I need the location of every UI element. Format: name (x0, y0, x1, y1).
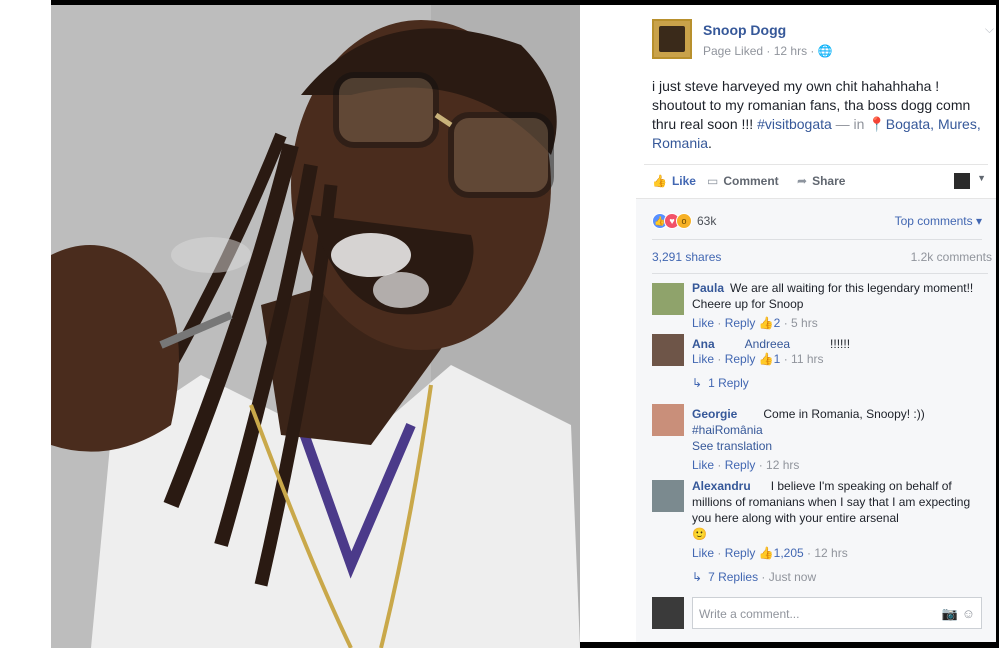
comment-text: Come in Romania, Snoopy! :)) (763, 407, 925, 421)
comment-time[interactable]: 12 hrs (766, 458, 799, 472)
commenter-avatar[interactable] (652, 334, 684, 366)
comment-label: Comment (723, 174, 779, 188)
reply-arrow-icon: ↳ (692, 570, 703, 584)
comment-time[interactable]: 5 hrs (791, 316, 818, 330)
comment-like-count[interactable]: 2 (774, 316, 781, 330)
comment-input[interactable]: Write a comment... 📷 ☺ (692, 597, 982, 629)
post-location-end: . (708, 135, 712, 151)
actor-avatar[interactable] (954, 173, 970, 189)
replies-time: Just now (768, 570, 817, 584)
post-meta: Page Liked · 12 hrs · 🌐 (703, 44, 833, 58)
comment-reply-link[interactable]: Reply (725, 352, 756, 366)
chevron-down-icon[interactable]: ⌵ (985, 22, 994, 37)
replies-label: 1 Reply (708, 376, 749, 390)
shares-row: 3,291 shares 1.2k comments (652, 239, 992, 271)
comment-composer: Write a comment... 📷 ☺ (652, 597, 982, 629)
comment-body: Ana Andreea!!!!!! (692, 336, 982, 352)
comment-actions: Like · Reply 👍1 · 11 hrs (692, 352, 824, 366)
post-header: Snoop Dogg Page Liked · 12 hrs · 🌐 ⌵ (652, 19, 994, 63)
comment-reply-link[interactable]: Reply (725, 316, 756, 330)
feedback-area: 👍 ♥ o 63k Top comments ▾ 3,291 shares 1.… (636, 198, 996, 642)
comment-body: Paula We are all waiting for this legenda… (692, 280, 982, 312)
comment-reply-link[interactable]: Reply (725, 546, 756, 560)
left-margin (0, 0, 51, 648)
comment-time[interactable]: 12 hrs (814, 546, 847, 560)
comment-list: Paula We are all waiting for this legenda… (652, 273, 988, 586)
commenter-avatar[interactable] (652, 283, 684, 315)
camera-icon[interactable]: 📷 (942, 606, 958, 621)
reactions-row: 👍 ♥ o 63k Top comments ▾ (652, 211, 982, 233)
comment-text: We are all waiting for this legendary mo… (692, 281, 974, 311)
like-label: Like (671, 174, 696, 188)
thumbs-up-icon: 👍 (758, 352, 774, 366)
page-avatar[interactable] (652, 19, 692, 59)
comment-icon: ▭ (707, 174, 719, 188)
comment-placeholder: Write a comment... (699, 607, 800, 621)
comment-item: Paula We are all waiting for this legenda… (652, 274, 988, 330)
comment-like-count[interactable]: 1,205 (774, 546, 804, 560)
shares-link[interactable]: 3,291 shares (652, 250, 721, 264)
wow-reaction-icon: o (676, 213, 692, 229)
comment-like-count[interactable]: 1 (774, 352, 781, 366)
commenter-name[interactable]: Georgie (692, 407, 737, 421)
share-label: Share (812, 174, 846, 188)
post-photo[interactable] (51, 5, 580, 648)
comment-like-link[interactable]: Like (692, 316, 714, 330)
page-name[interactable]: Snoop Dogg (703, 22, 786, 38)
comment-like-link[interactable]: Like (692, 458, 714, 472)
reactions-count[interactable]: 63k (697, 214, 716, 228)
comment-actions: Like · Reply 👍2 · 5 hrs (692, 316, 818, 330)
comment-actions: Like · Reply · 12 hrs (692, 458, 800, 472)
see-translation-link[interactable]: See translation (692, 439, 772, 453)
caret-down-icon[interactable]: ▼ (977, 173, 986, 183)
view-replies-link[interactable]: ↳ 7 Replies · Just now (692, 570, 816, 584)
thumbs-up-icon: 👍 (758, 316, 774, 330)
commenter-avatar[interactable] (652, 480, 684, 512)
post-panel: Snoop Dogg Page Liked · 12 hrs · 🌐 ⌵ i j… (636, 5, 996, 642)
comment-body: Alexandru I believe I'm speaking on behal… (692, 478, 982, 542)
location-pin-icon: 📍 (868, 116, 886, 132)
post-in-label: — in (831, 116, 869, 132)
top-comments-dropdown[interactable]: Top comments ▾ (895, 214, 982, 228)
post-hashtag[interactable]: #visitbogata (757, 116, 832, 132)
comment-button[interactable]: ▭ Comment (707, 174, 779, 188)
share-icon: ➦ (797, 174, 808, 188)
comment-item: Ana Andreea!!!!!! Like · Reply 👍1 · 11 hr… (652, 330, 988, 400)
reply-arrow-icon: ↳ (692, 376, 703, 390)
own-avatar (652, 597, 684, 629)
view-replies-link[interactable]: ↳ 1 Reply (692, 376, 749, 390)
globe-icon: 🌐 (817, 44, 833, 58)
comment-reply-link[interactable]: Reply (725, 458, 756, 472)
commenter-name[interactable]: Alexandru (692, 479, 751, 493)
comment-actions: Like · Reply 👍1,205 · 12 hrs (692, 546, 848, 560)
comment-like-link[interactable]: Like (692, 546, 714, 560)
thumbs-up-icon: 👍 (652, 174, 667, 188)
comment-item: Alexandru I believe I'm speaking on behal… (652, 476, 988, 586)
smile-emoji: 🙂 (692, 527, 707, 541)
emoji-icon[interactable]: ☺ (962, 606, 975, 621)
tagged-user[interactable]: Andreea (745, 337, 790, 351)
replies-label: 7 Replies (708, 570, 759, 584)
comment-item: Georgie Come in Romania, Snoopy! :)) #haiR… (652, 400, 988, 476)
composer-icons: 📷 ☺ (942, 606, 975, 622)
commenter-name[interactable]: Paula (692, 281, 724, 295)
post-meta-text: Page Liked · 12 hrs · (703, 44, 818, 58)
commenter-avatar[interactable] (652, 404, 684, 436)
commenter-name[interactable]: Ana (692, 337, 715, 351)
comment-time[interactable]: 11 hrs (791, 352, 823, 366)
comment-body: Georgie Come in Romania, Snoopy! :)) #haiR… (692, 406, 982, 454)
share-button[interactable]: ➦ Share (797, 174, 845, 188)
comment-like-link[interactable]: Like (692, 352, 714, 366)
photo-illustration (51, 5, 580, 648)
like-button[interactable]: 👍 Like (652, 174, 696, 188)
comment-text: !!!!!! (830, 337, 851, 351)
bottom-edge (580, 642, 999, 648)
post-text: i just steve harveyed my own chit hahahh… (652, 77, 987, 153)
post-action-bar: 👍 Like ▭ Comment ➦ Share ▼ (644, 164, 988, 198)
gutter (580, 5, 636, 648)
comments-count[interactable]: 1.2k comments (911, 250, 992, 264)
thumbs-up-icon: 👍 (758, 546, 774, 560)
comment-hashtag[interactable]: #haiRomânia (692, 423, 763, 437)
